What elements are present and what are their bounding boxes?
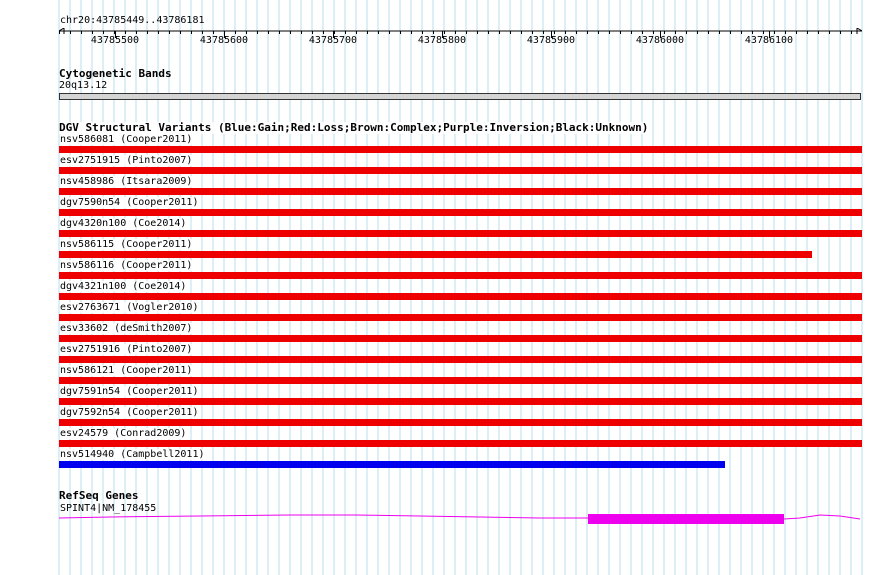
dgv-variant-label[interactable]: esv2751915 (Pinto2007) [60,155,193,166]
ruler-tick-label: 43785800 [417,35,467,46]
region-coordinates: chr20:43785449..43786181 [60,15,205,26]
ruler-tick-label: 43786000 [635,35,685,46]
dgv-variant-label[interactable]: esv2763671 (Vogler2010) [60,302,199,313]
gene-intron-line [58,514,588,519]
ruler-tick-label: 43785900 [526,35,576,46]
refseq-gene-feature[interactable] [0,505,890,535]
dgv-variant-label[interactable]: dgv7591n54 (Cooper2011) [60,386,199,397]
dgv-variant-bar[interactable] [59,230,862,237]
refseq-track-title: RefSeq Genes [59,489,139,502]
dgv-variant-bar[interactable] [59,251,812,258]
dgv-variant-label[interactable]: nsv586115 (Cooper2011) [60,239,193,250]
dgv-variant-label[interactable]: dgv4321n100 (Coe2014) [60,281,187,292]
dgv-variant-bar[interactable] [59,188,862,195]
dgv-variant-bar[interactable] [59,272,862,279]
dgv-variant-bar[interactable] [59,440,862,447]
gene-exon-block[interactable] [588,514,784,524]
dgv-variant-label[interactable]: dgv7592n54 (Cooper2011) [60,407,199,418]
dgv-variant-label[interactable]: nsv586081 (Cooper2011) [60,134,193,145]
ruler-tick-label: 43785600 [199,35,249,46]
dgv-variant-bar[interactable] [59,377,862,384]
dgv-variant-bar[interactable] [59,209,862,216]
dgv-variant-label[interactable]: nsv514940 (Campbell2011) [60,449,205,460]
dgv-variant-bar[interactable] [59,293,862,300]
gene-utr-line [783,514,861,520]
dgv-variant-bar[interactable] [59,314,862,321]
ruler-tick-label: 43785500 [90,35,140,46]
dgv-variant-label[interactable]: nsv586121 (Cooper2011) [60,365,193,376]
dgv-variant-label[interactable]: nsv586116 (Cooper2011) [60,260,193,271]
ruler-tick-label: 43785700 [308,35,358,46]
dgv-variant-bar[interactable] [59,146,862,153]
ruler-tick-label: 43786100 [744,35,794,46]
cytoband-track-title: Cytogenetic Bands [59,67,172,80]
dgv-track-title: DGV Structural Variants (Blue:Gain;Red:L… [59,121,649,134]
cytoband-bar[interactable] [59,93,861,100]
dgv-variant-label[interactable]: dgv4320n100 (Coe2014) [60,218,187,229]
dgv-variant-bar[interactable] [59,356,862,363]
dgv-variant-label[interactable]: nsv458986 (Itsara2009) [60,176,193,187]
dgv-variant-bar[interactable] [59,398,862,405]
dgv-variant-label[interactable]: esv2751916 (Pinto2007) [60,344,193,355]
cytoband-name: 20q13.12 [59,80,108,91]
dgv-variant-label[interactable]: dgv7590n54 (Cooper2011) [60,197,199,208]
dgv-variant-bar[interactable] [59,461,725,468]
dgv-variant-bar[interactable] [59,335,862,342]
dgv-variant-bar[interactable] [59,167,862,174]
dgv-variant-bar[interactable] [59,419,862,426]
dgv-variant-label[interactable]: esv33602 (deSmith2007) [60,323,193,334]
dgv-variant-label[interactable]: esv24579 (Conrad2009) [60,428,187,439]
